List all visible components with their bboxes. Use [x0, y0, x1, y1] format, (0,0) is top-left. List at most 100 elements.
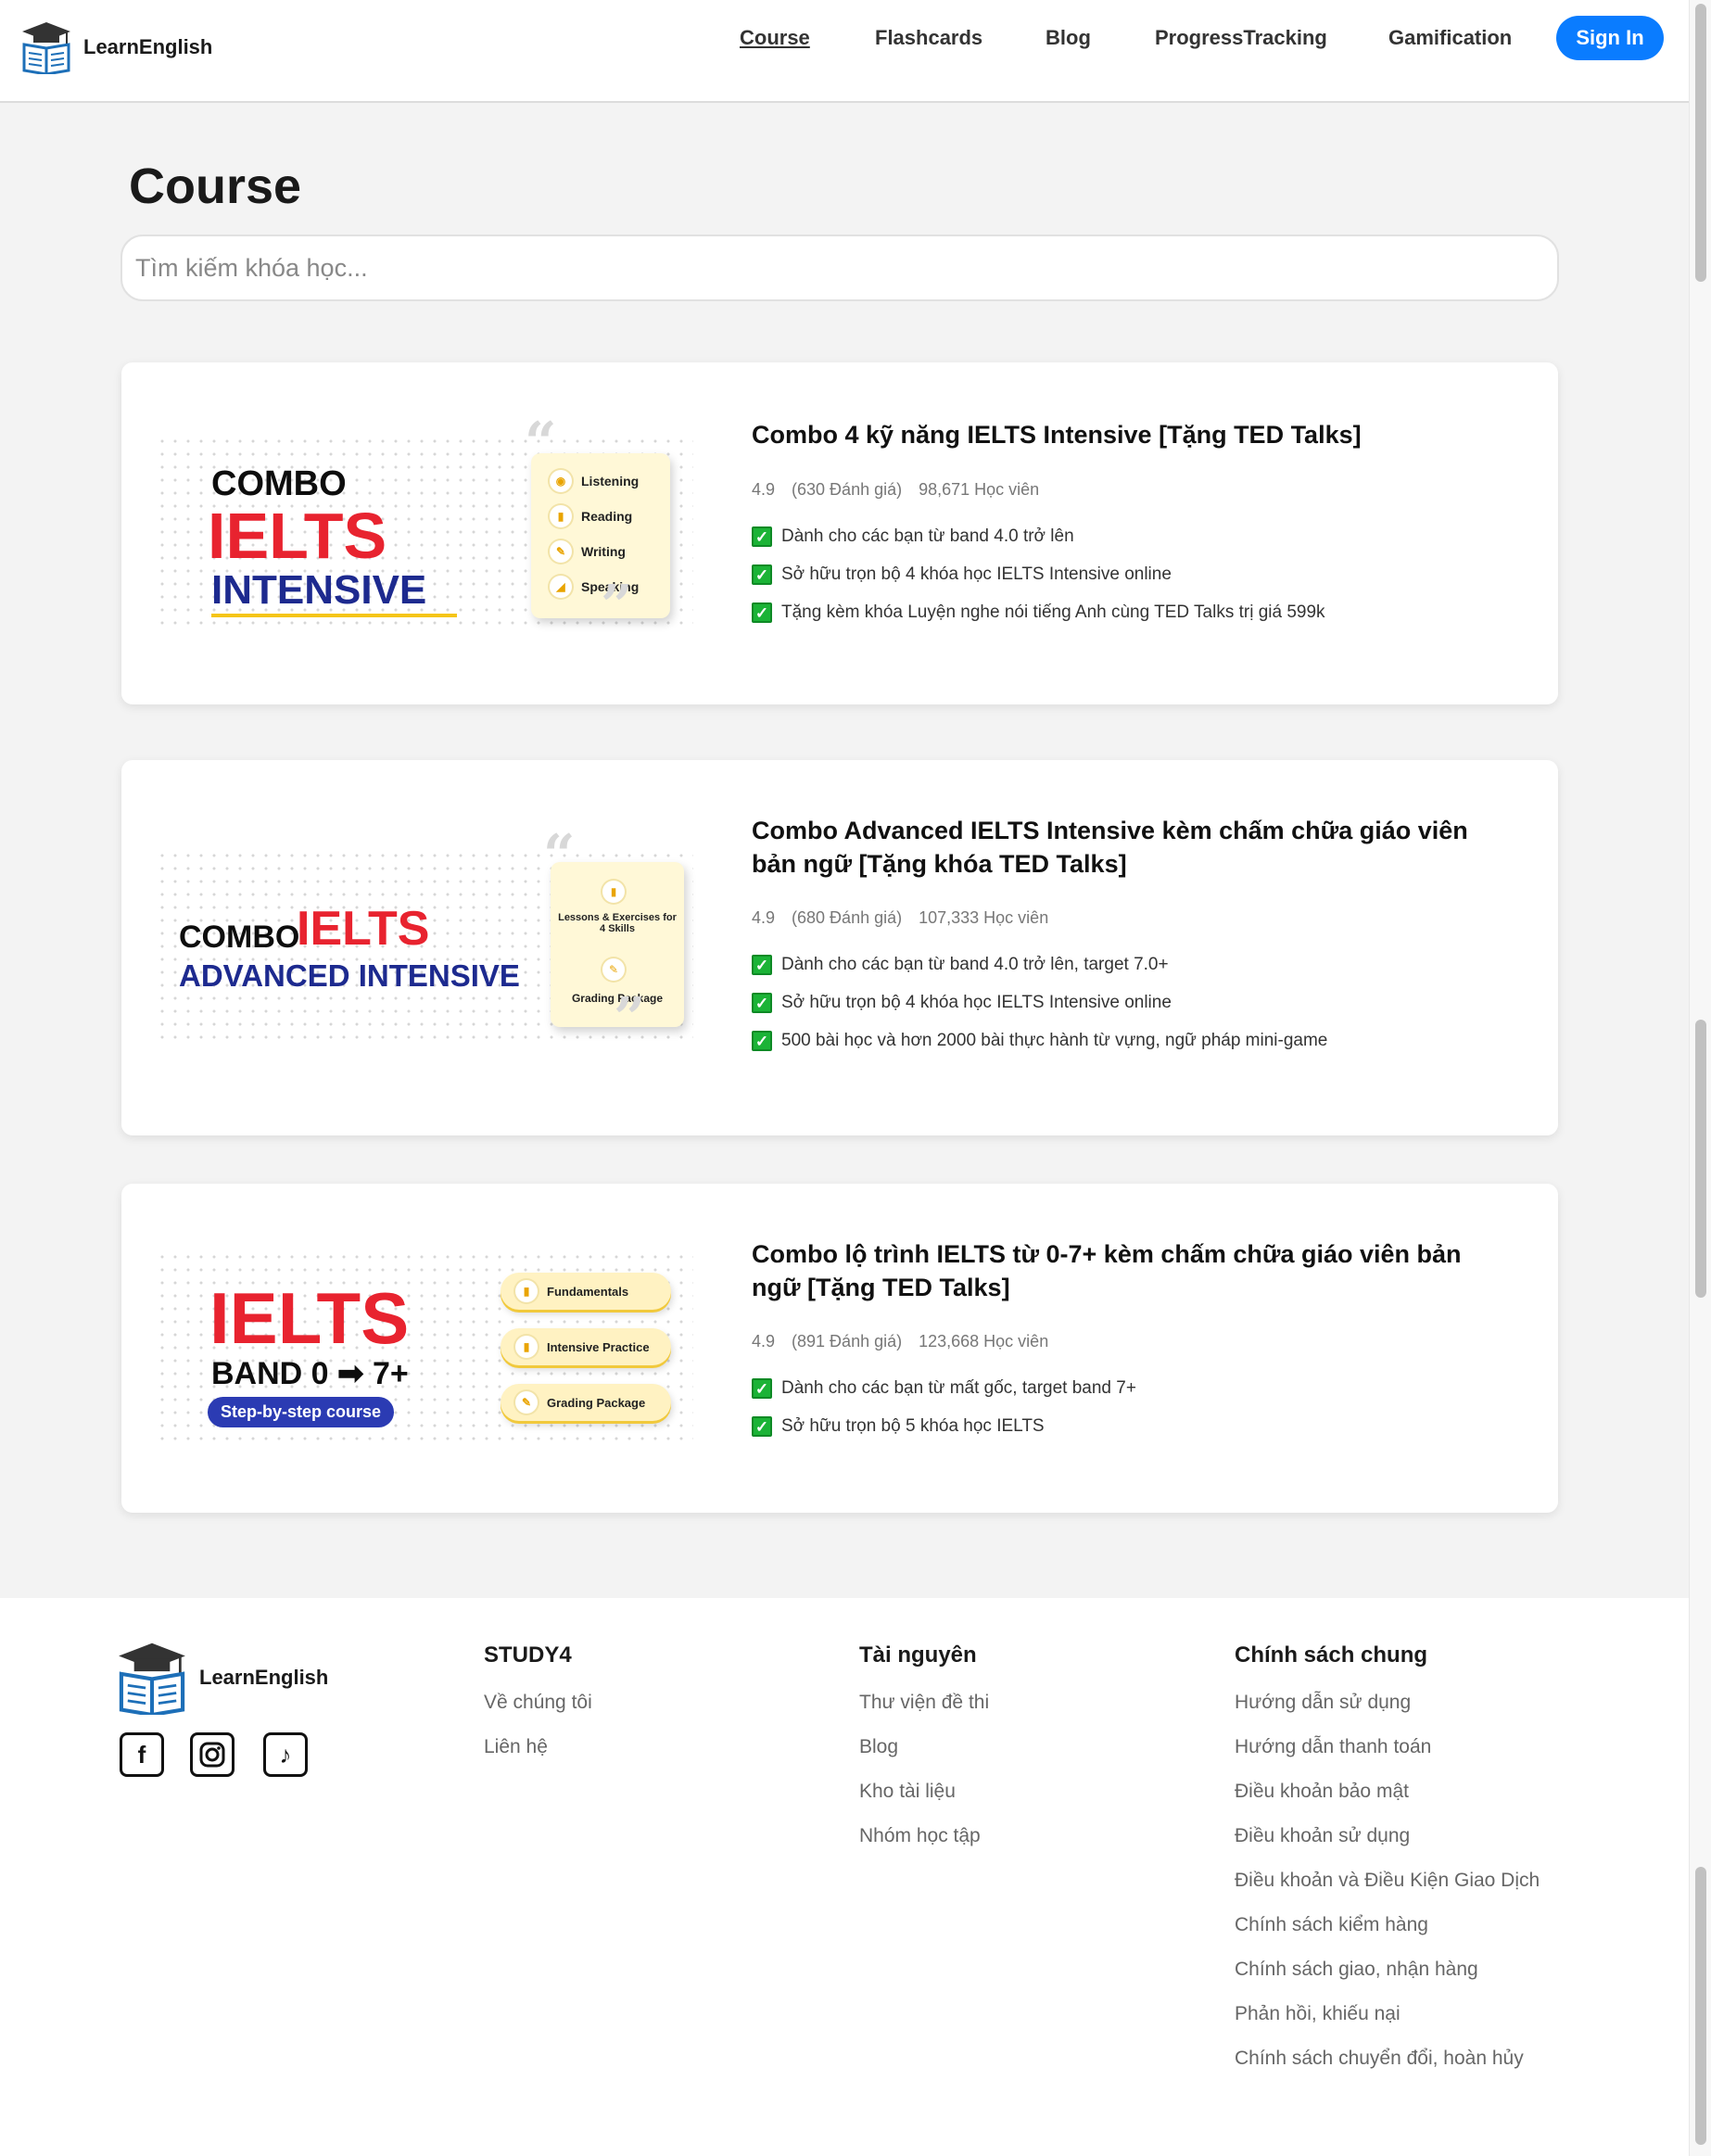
course-meta: 4.9 (680 Đánh giá) 107,333 Học viên — [752, 908, 1065, 928]
footer-link-feedback[interactable]: Phản hồi, khiếu nại — [1235, 2003, 1400, 2025]
scrollbar-thumb[interactable] — [1695, 4, 1706, 282]
course-feature: ✓ Dành cho các bạn từ band 4.0 trở lên, t… — [752, 955, 1169, 975]
thumb-ielts-text: IELTS — [208, 500, 387, 572]
check-icon: ✓ — [752, 1416, 772, 1437]
thumb-step-badge: Step-by-step course — [208, 1397, 395, 1427]
course-card[interactable]: IELTS BAND 0 ➡ 7+ Step-by-step course ▮ F… — [121, 1184, 1558, 1513]
footer-link-documents[interactable]: Kho tài liệu — [859, 1781, 956, 1803]
nav-flashcards[interactable]: Flashcards — [875, 26, 982, 50]
note-item-writing: ✎ Writing — [550, 540, 626, 563]
pill-fundamentals: ▮ Fundamentals — [501, 1273, 671, 1310]
page-scrollbar[interactable] — [1689, 0, 1711, 2156]
footer-col-study4-title: STUDY4 — [484, 1642, 572, 1668]
check-icon: ✓ — [752, 564, 772, 585]
thumb-combo-text: COMBO — [179, 919, 300, 955]
book-icon: ▮ — [515, 1280, 538, 1302]
note-item-listening: ◉ Listening — [550, 470, 639, 492]
check-icon: ✓ — [752, 1031, 772, 1051]
course-search-input[interactable] — [120, 235, 1559, 301]
course-thumbnail[interactable]: COMBO IELTS ADVANCED INTENSIVE “ ▮ Lesso… — [156, 823, 693, 1051]
footer-link-user-guide[interactable]: Hướng dẫn sử dụng — [1235, 1692, 1411, 1714]
course-meta: 4.9 (891 Đánh giá) 123,668 Học viên — [752, 1332, 1065, 1351]
footer-link-exam-library[interactable]: Thư viện đề thi — [859, 1692, 989, 1714]
site-header: LearnEnglish Course Flashcards Blog Prog… — [0, 0, 1689, 103]
thumb-band-text: BAND 0 ➡ 7+ — [211, 1356, 409, 1391]
footer-link-transaction-terms[interactable]: Điều khoản và Điều Kiện Giao Dịch — [1235, 1870, 1540, 1892]
logo-text: LearnEnglish — [83, 35, 213, 58]
course-reviews: (630 Đánh giá) — [792, 480, 903, 499]
scrollbar-thumb-secondary — [1695, 1020, 1706, 1298]
course-thumbnail[interactable]: IELTS BAND 0 ➡ 7+ Step-by-step course ▮ F… — [156, 1250, 693, 1445]
note-item-lessons: Lessons & Exercises for 4 Skills — [558, 912, 677, 934]
nav-course[interactable]: Course — [740, 26, 810, 50]
logo[interactable]: LearnEnglish — [20, 20, 212, 74]
pencil-icon: ✎ — [602, 958, 625, 981]
nav-gamification[interactable]: Gamification — [1388, 26, 1512, 50]
thumb-advanced-text: ADVANCED INTENSIVE — [179, 958, 520, 993]
footer-link-payment-guide[interactable]: Hướng dẫn thanh toán — [1235, 1736, 1431, 1758]
thumb-combo-text: COMBO — [211, 464, 347, 503]
footer-link-study-groups[interactable]: Nhóm học tập — [859, 1825, 981, 1847]
course-reviews: (891 Đánh giá) — [792, 1332, 903, 1351]
footer-link-privacy[interactable]: Điều khoản bảo mật — [1235, 1781, 1409, 1803]
course-feature: ✓ 500 bài học và hơn 2000 bài thực hành t… — [752, 1031, 1327, 1051]
course-feature: ✓ Sở hữu trọn bộ 5 khóa học IELTS — [752, 1416, 1045, 1437]
footer-col-resources-title: Tài nguyên — [859, 1642, 977, 1668]
footer-link-delivery-policy[interactable]: Chính sách giao, nhận hàng — [1235, 1959, 1478, 1981]
thumb-ielts-text: IELTS — [209, 1277, 410, 1359]
course-reviews: (680 Đánh giá) — [792, 908, 903, 927]
check-icon: ✓ — [752, 526, 772, 547]
course-feature: ✓ Tặng kèm khóa Luyện nghe nói tiếng Anh … — [752, 602, 1325, 623]
course-card[interactable]: COMBO IELTS ADVANCED INTENSIVE “ ▮ Lesso… — [121, 760, 1558, 1135]
tiktok-icon[interactable]: ♪ — [263, 1732, 308, 1777]
course-students: 98,671 Học viên — [919, 480, 1040, 499]
course-title[interactable]: Combo lộ trình IELTS từ 0-7+ kèm chấm ch… — [752, 1237, 1512, 1304]
page-title: Course — [129, 159, 302, 214]
thumb-underline — [211, 614, 457, 617]
course-students: 123,668 Học viên — [919, 1332, 1049, 1351]
course-feature: ✓ Sở hữu trọn bộ 4 khóa học IELTS Intensi… — [752, 993, 1172, 1013]
sign-in-button[interactable]: Sign In — [1556, 16, 1664, 60]
nav-progress-tracking[interactable]: ProgressTracking — [1155, 26, 1327, 50]
book-icon: ▮ — [602, 881, 625, 903]
megaphone-icon: ◢ — [550, 576, 572, 598]
pencil-icon: ✎ — [515, 1391, 538, 1414]
note-item-reading: ▮ Reading — [550, 505, 632, 527]
course-feature: ✓ Sở hữu trọn bộ 4 khóa học IELTS Intensi… — [752, 564, 1172, 585]
pill-intensive-practice: ▮ Intensive Practice — [501, 1328, 671, 1365]
footer-logo[interactable]: LearnEnglish — [116, 1641, 328, 1715]
check-icon: ✓ — [752, 1378, 772, 1399]
course-rating: 4.9 — [752, 908, 776, 927]
instagram-icon[interactable] — [190, 1732, 234, 1777]
course-feature: ✓ Dành cho các bạn từ band 4.0 trở lên — [752, 526, 1074, 547]
footer-link-inspection-policy[interactable]: Chính sách kiểm hàng — [1235, 1914, 1428, 1936]
pencil-icon: ✎ — [550, 540, 572, 563]
book-icon: ▮ — [550, 505, 572, 527]
course-title[interactable]: Combo 4 kỹ năng IELTS Intensive [Tặng TE… — [752, 418, 1512, 451]
logo-icon — [119, 1642, 185, 1715]
course-title[interactable]: Combo Advanced IELTS Intensive kèm chấm … — [752, 814, 1512, 881]
course-thumbnail[interactable]: COMBO IELTS INTENSIVE “ ◉ Listening ▮ Read… — [156, 411, 693, 639]
footer-link-terms[interactable]: Điều khoản sử dụng — [1235, 1825, 1410, 1847]
footer-link-about[interactable]: Về chúng tôi — [484, 1692, 592, 1714]
footer-link-contact[interactable]: Liên hệ — [484, 1736, 548, 1758]
footer-col-policy-title: Chính sách chung — [1235, 1642, 1428, 1668]
course-rating: 4.9 — [752, 1332, 776, 1351]
pill-grading-package: ✎ Grading Package — [501, 1384, 671, 1421]
course-students: 107,333 Học viên — [919, 908, 1049, 927]
check-icon: ✓ — [752, 993, 772, 1013]
footer-link-refund-policy[interactable]: Chính sách chuyển đổi, hoàn hủy — [1235, 2048, 1524, 2070]
logo-icon — [22, 22, 70, 74]
course-card[interactable]: COMBO IELTS INTENSIVE “ ◉ Listening ▮ Read… — [121, 362, 1558, 704]
quote-close-icon: ” — [614, 986, 646, 1051]
scrollbar-thumb-tertiary — [1695, 1867, 1706, 2145]
check-icon: ✓ — [752, 955, 772, 975]
course-feature: ✓ Dành cho các bạn từ mất gốc, target ban… — [752, 1378, 1136, 1399]
nav-blog[interactable]: Blog — [1046, 26, 1091, 50]
footer-link-blog[interactable]: Blog — [859, 1736, 898, 1758]
book-icon: ▮ — [515, 1336, 538, 1358]
facebook-icon[interactable]: f — [120, 1732, 164, 1777]
check-icon: ✓ — [752, 602, 772, 623]
headphones-icon: ◉ — [550, 470, 572, 492]
thumb-ielts-text: IELTS — [297, 902, 430, 956]
